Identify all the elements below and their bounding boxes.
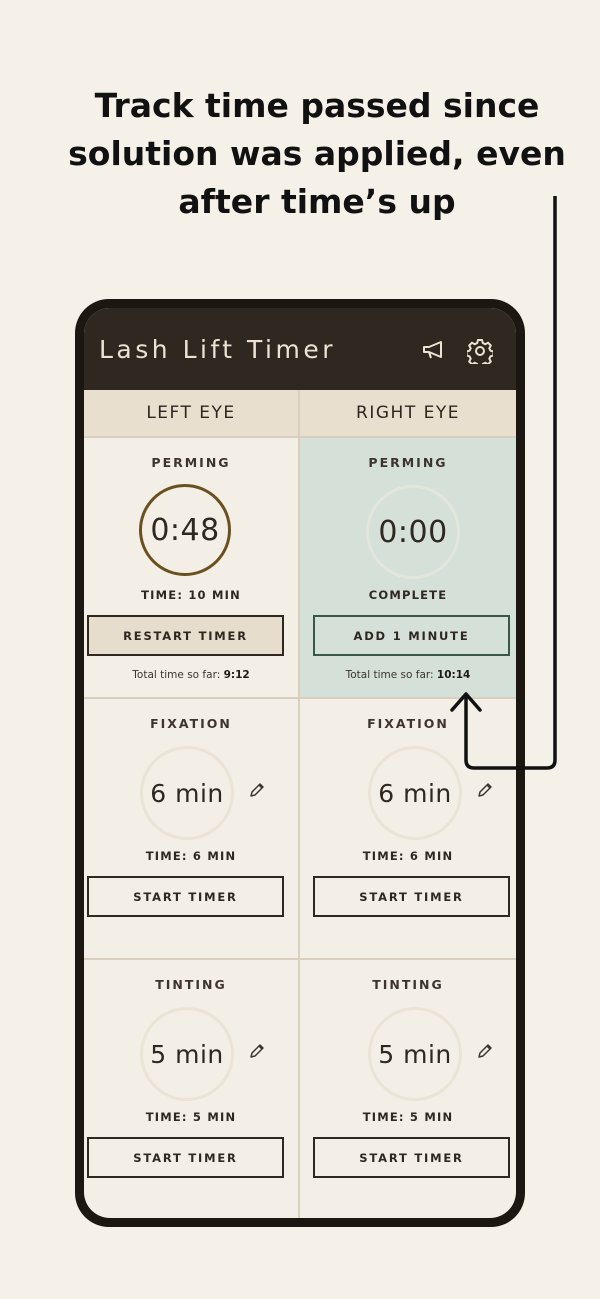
annotation-arrow xyxy=(450,196,557,770)
